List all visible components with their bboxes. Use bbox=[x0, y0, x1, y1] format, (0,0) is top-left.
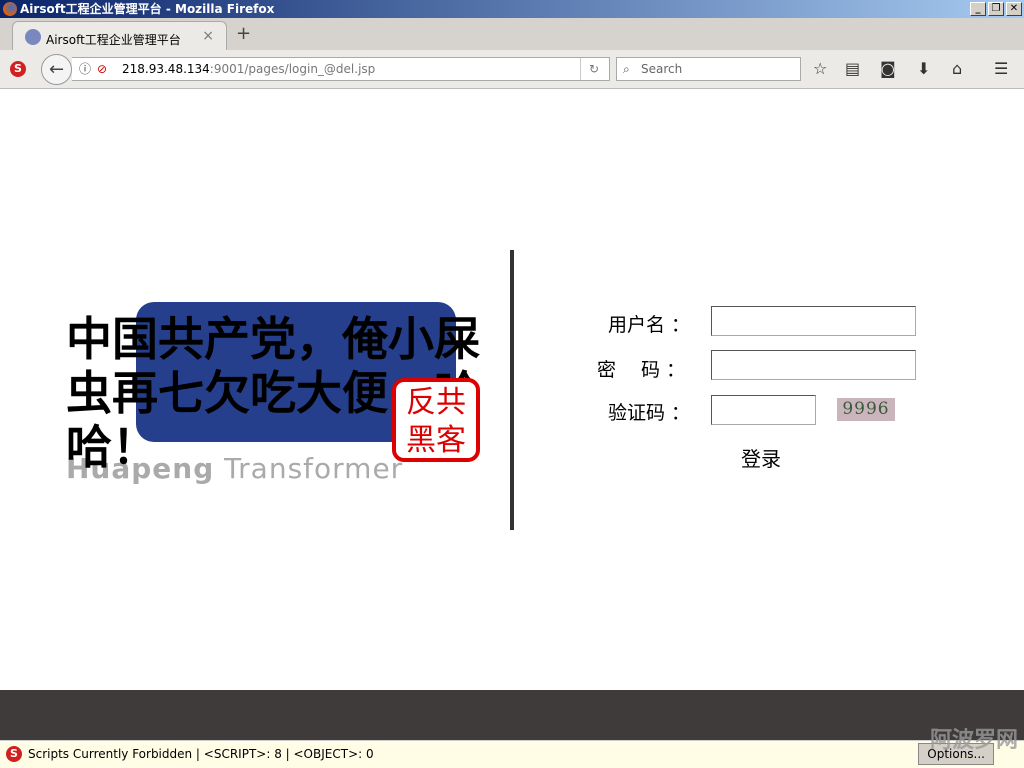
login-button[interactable]: 登录 bbox=[741, 443, 781, 472]
status-text: Scripts Currently Forbidden | <SCRIPT>: … bbox=[28, 747, 374, 761]
menu-icon[interactable]: ☰ bbox=[994, 59, 1008, 78]
url-path: :9001/pages/login_@del.jsp bbox=[209, 62, 376, 76]
url-host: 218.93.48.134 bbox=[122, 62, 210, 76]
window-titlebar: Airsoft工程企业管理平台 - Mozilla Firefox _ ❐ ✕ bbox=[0, 0, 1024, 18]
noscript-icon[interactable]: S bbox=[10, 61, 26, 77]
divider bbox=[510, 250, 514, 530]
url-bar[interactable]: ⓘ ⊘ 218.93.48.134:9001/pages/login_@del.… bbox=[72, 57, 610, 81]
tab-bar: Airsoft工程企业管理平台 × + bbox=[0, 18, 1024, 50]
nav-bar: S ← ⓘ ⊘ 218.93.48.134:9001/pages/login_@… bbox=[0, 50, 1024, 89]
window-title: Airsoft工程企业管理平台 - Mozilla Firefox bbox=[20, 2, 275, 16]
password-input[interactable] bbox=[711, 350, 916, 380]
defaced-logo-image: Huapeng Transformer 中国共产党，俺小屎虫再七欠吃大便，哈哈！… bbox=[66, 300, 480, 485]
seal-stamp: 反共 黑客 bbox=[392, 378, 480, 462]
reload-icon[interactable]: ↻ bbox=[579, 58, 599, 80]
close-tab-icon[interactable]: × bbox=[202, 28, 214, 44]
username-input[interactable] bbox=[711, 306, 916, 336]
watermark: 阿波罗网 bbox=[929, 728, 1018, 753]
captcha-label: 验证码 ： bbox=[608, 402, 691, 424]
status-bar: S Scripts Currently Forbidden | <SCRIPT>… bbox=[0, 740, 1024, 768]
url-text[interactable]: 218.93.48.134:9001/pages/login_@del.jsp bbox=[122, 58, 375, 80]
search-placeholder: Search bbox=[641, 62, 683, 76]
insecure-icon[interactable]: ⊘ bbox=[97, 58, 107, 80]
minimize-button[interactable]: _ bbox=[970, 2, 986, 16]
password-label: 密 码 ： bbox=[597, 359, 686, 381]
home-icon[interactable]: ⌂ bbox=[952, 59, 962, 78]
firefox-icon bbox=[3, 2, 17, 16]
tab-active[interactable]: Airsoft工程企业管理平台 × bbox=[12, 21, 227, 50]
tab-label: Airsoft工程企业管理平台 bbox=[46, 33, 181, 47]
close-window-button[interactable]: ✕ bbox=[1006, 2, 1022, 16]
info-icon[interactable]: ⓘ bbox=[79, 58, 91, 80]
search-icon: ⌕ bbox=[623, 62, 630, 76]
reading-list-icon[interactable]: ▤ bbox=[845, 59, 860, 78]
bookmark-star-icon[interactable]: ☆ bbox=[813, 59, 827, 78]
downloads-icon[interactable]: ⬇ bbox=[917, 59, 930, 78]
search-input[interactable]: ⌕ Search bbox=[616, 57, 801, 81]
page-footer bbox=[0, 690, 1024, 740]
username-label: 用户名 ： bbox=[608, 314, 691, 336]
favicon-icon bbox=[25, 29, 41, 45]
noscript-status-icon[interactable]: S bbox=[6, 746, 22, 762]
back-button[interactable]: ← bbox=[41, 54, 72, 85]
captcha-image[interactable]: 9996 bbox=[837, 398, 895, 421]
maximize-button[interactable]: ❐ bbox=[988, 2, 1004, 16]
captcha-input[interactable] bbox=[711, 395, 816, 425]
pocket-icon[interactable]: ◙ bbox=[880, 59, 896, 78]
new-tab-button[interactable]: + bbox=[236, 23, 251, 44]
